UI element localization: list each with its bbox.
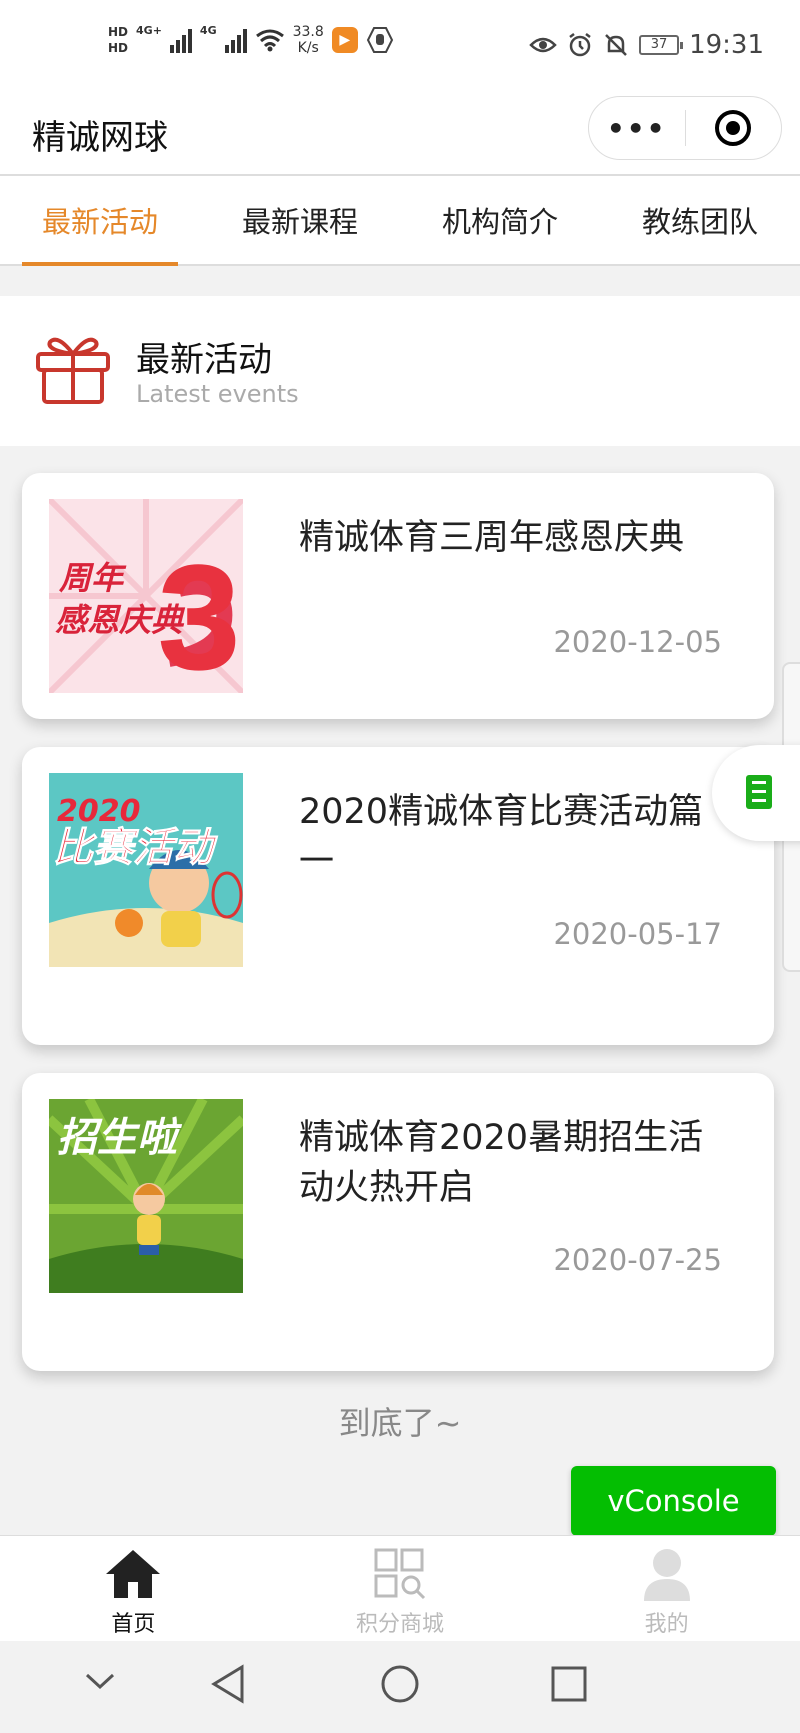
wifi-icon [255, 29, 284, 52]
hd2-label: HD [108, 41, 129, 55]
tab-latest-events[interactable]: 最新活动 [0, 176, 200, 266]
thumb-text-a: 周年 [58, 559, 127, 597]
eye-icon [529, 37, 557, 53]
event-title: 2020精诚体育比赛活动篇一 [299, 792, 704, 882]
event-thumbnail-anniversary: 3 周年 感恩庆典 [49, 499, 243, 693]
status-left: HD HD 4G+ 4G 33.8 K/s ▶ [108, 24, 394, 56]
bottom-tab-label: 首页 [111, 1612, 156, 1637]
bottom-tab-mine[interactable]: 我的 [533, 1536, 800, 1641]
gift-icon [36, 337, 110, 404]
network-speed: 33.8 K/s [293, 24, 324, 56]
status-right: 37 19:31 [529, 30, 764, 60]
event-card[interactable]: 招生啦 精诚体育2020暑期招生活动火热开启 2020-07-25 [22, 1073, 774, 1371]
bottom-tab-bar: 首页 积分商城 我的 [0, 1535, 800, 1641]
end-of-list-text: 到底了~ [338, 1404, 462, 1442]
top-tabs: 最新活动 最新课程 机构简介 教练团队 [0, 176, 800, 266]
event-card[interactable]: 3 周年 感恩庆典 精诚体育三周年感恩庆典 2020-12-05 [22, 473, 774, 719]
hd-indicator: HD HD [108, 24, 128, 56]
speed-unit: K/s [297, 40, 319, 56]
signal-icon-2 [224, 27, 247, 53]
document-icon [746, 775, 772, 809]
capsule-menu: ••• [588, 96, 782, 160]
mute-bell-icon [605, 34, 627, 56]
event-card[interactable]: 2020 比赛活动 2020精诚体育比赛活动篇一 2020-05-17 [22, 747, 774, 1045]
section-header: 最新活动 Latest events [0, 296, 800, 446]
hand-app-icon [366, 27, 393, 53]
floating-doc-button[interactable] [712, 745, 800, 841]
network-type-2: 4G [199, 24, 217, 37]
more-dots-icon[interactable]: ••• [589, 112, 685, 145]
alarm-icon [569, 33, 591, 57]
network-type-1: 4G+ [136, 24, 162, 37]
event-title: 精诚体育三周年感恩庆典 [299, 518, 685, 558]
recents-square-icon[interactable] [550, 1665, 588, 1703]
event-date: 2020-12-05 [553, 625, 722, 659]
speed-value: 33.8 [292, 24, 324, 40]
vconsole-button[interactable]: vConsole [571, 1466, 776, 1536]
mini-program-header: 精诚网球 ••• [0, 96, 800, 176]
thumb-text-a: 招生啦 [57, 1115, 183, 1161]
event-thumbnail-competition: 2020 比赛活动 [49, 773, 243, 967]
thumb-text-b: 感恩庆典 [55, 601, 186, 639]
clock: 19:31 [689, 30, 764, 60]
home-icon [106, 1550, 161, 1598]
home-circle-icon[interactable] [380, 1663, 420, 1705]
event-date: 2020-05-17 [553, 917, 722, 951]
bottom-tab-label: 我的 [644, 1612, 689, 1637]
event-date: 2020-07-25 [553, 1243, 722, 1277]
user-icon [643, 1549, 690, 1601]
battery-icon: 37 [639, 35, 684, 55]
section-subtitle: Latest events [136, 380, 299, 408]
page-title: 精诚网球 [32, 118, 168, 158]
bottom-tab-points-mall[interactable]: 积分商城 [267, 1536, 534, 1641]
thumb-text-b: 比赛活动 [53, 825, 218, 871]
system-navigation-bar [0, 1641, 800, 1733]
status-bar: HD HD 4G+ 4G 33.8 K/s ▶ 37 19:31 [0, 0, 800, 96]
back-triangle-icon[interactable] [210, 1663, 246, 1705]
video-app-icon: ▶ [331, 27, 358, 53]
hd1-label: HD [108, 25, 129, 39]
tab-coach-team[interactable]: 教练团队 [600, 176, 800, 264]
collapse-chevron-icon[interactable] [84, 1671, 116, 1693]
thumb-text-a: 2020 [57, 794, 141, 829]
bottom-tab-label: 积分商城 [356, 1612, 445, 1637]
grid-search-icon [374, 1548, 426, 1600]
tab-about[interactable]: 机构简介 [400, 176, 600, 264]
event-title: 精诚体育2020暑期招生活动火热开启 [299, 1118, 704, 1208]
bottom-tab-home[interactable]: 首页 [0, 1536, 267, 1641]
tab-latest-courses[interactable]: 最新课程 [200, 176, 400, 264]
target-circle-icon [715, 110, 752, 146]
close-button[interactable] [686, 110, 782, 146]
event-thumbnail-enrollment: 招生啦 [49, 1099, 243, 1293]
section-title: 最新活动 [136, 340, 272, 380]
signal-icon-1 [169, 27, 192, 53]
